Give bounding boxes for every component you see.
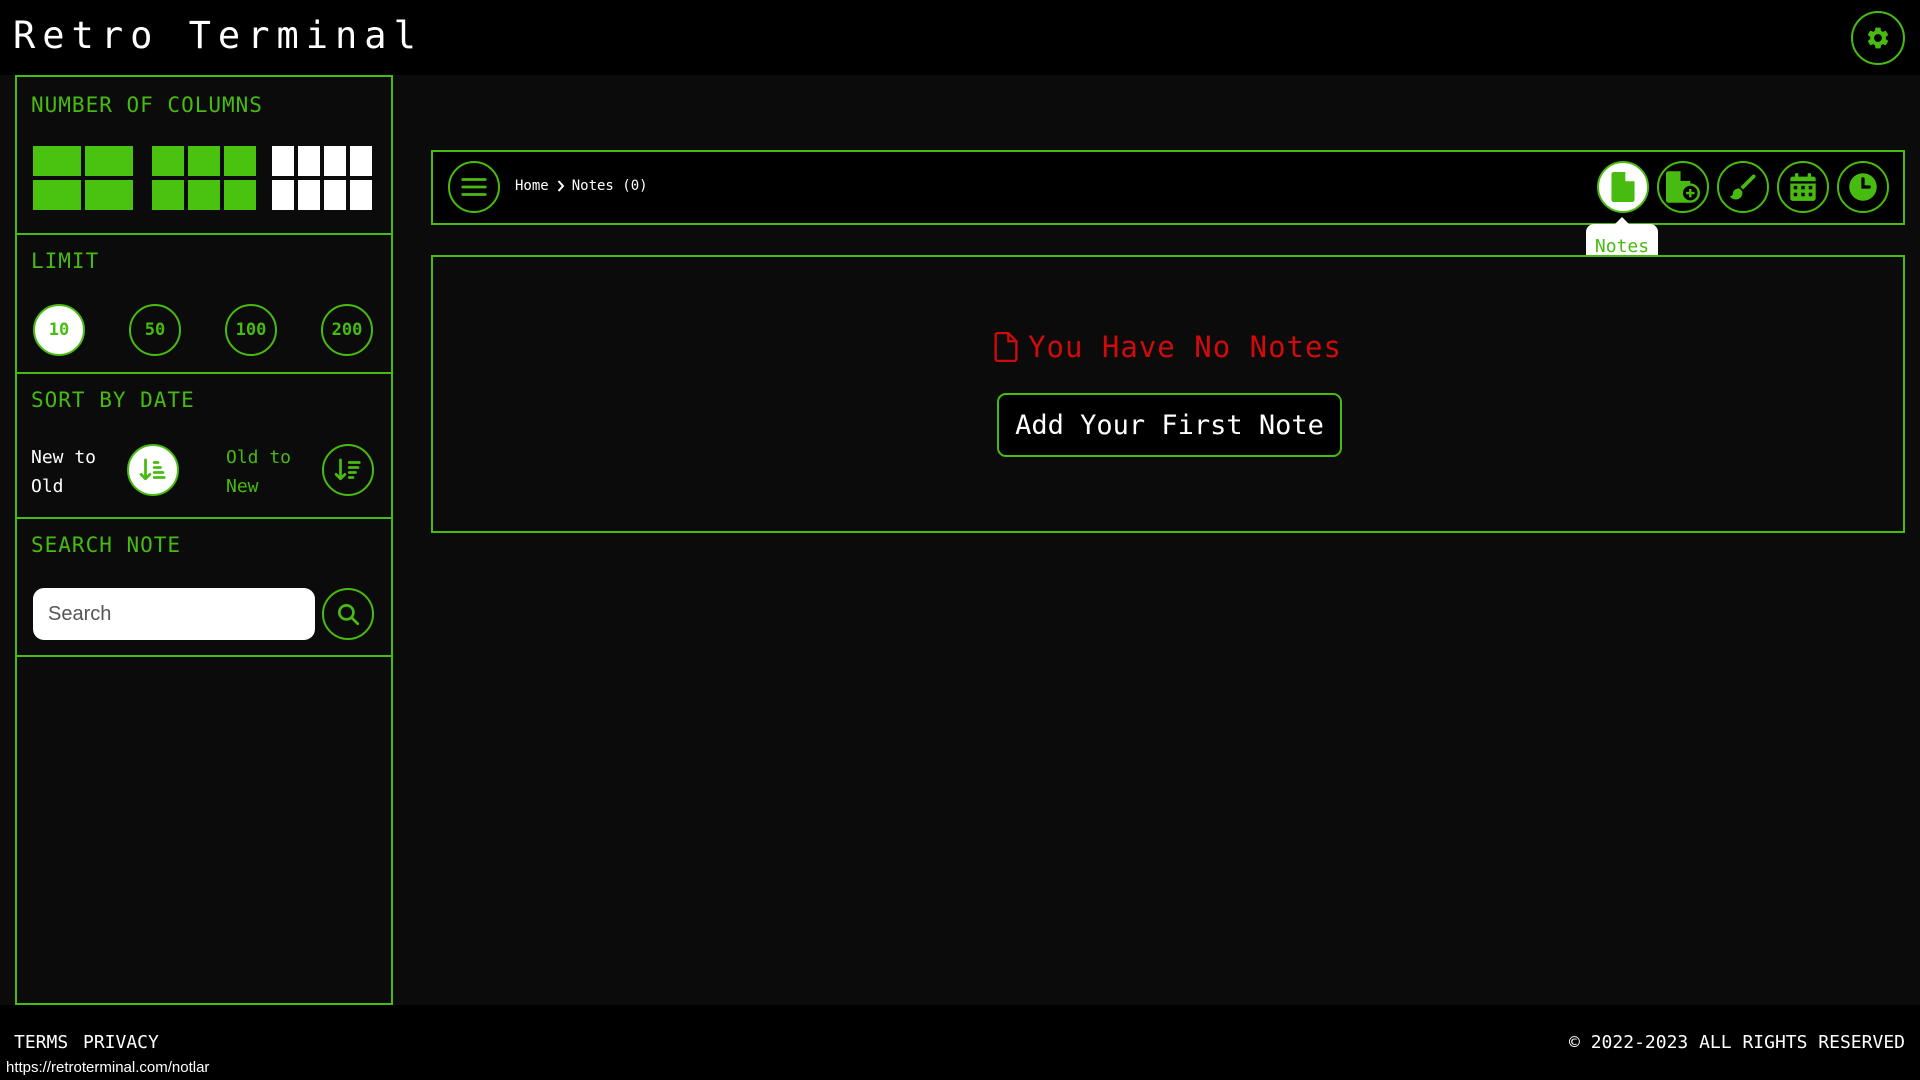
sort-descending-icon bbox=[139, 458, 166, 481]
limit-100-button[interactable]: 100 bbox=[225, 304, 277, 356]
privacy-link[interactable]: PRIVACY bbox=[83, 1032, 159, 1053]
columns-section: NUMBER OF COLUMNS bbox=[17, 77, 391, 235]
chevron-right-icon bbox=[557, 180, 565, 192]
breadcrumb-home[interactable]: Home bbox=[515, 178, 549, 194]
columns-2-option[interactable] bbox=[33, 146, 133, 210]
search-title: SEARCH NOTE bbox=[31, 533, 182, 557]
settings-button[interactable] bbox=[1851, 11, 1905, 65]
search-input[interactable] bbox=[33, 588, 315, 640]
add-first-note-button[interactable]: Add Your First Note bbox=[997, 393, 1342, 457]
sort-section: SORT BY DATE New to Old Old to New bbox=[17, 374, 391, 519]
file-icon bbox=[994, 332, 1018, 362]
draw-tool-button[interactable] bbox=[1717, 161, 1769, 213]
clock-icon bbox=[1849, 173, 1877, 201]
breadcrumb-current: Notes (0) bbox=[571, 178, 648, 194]
empty-message: You Have No Notes bbox=[1028, 330, 1342, 364]
notes-container: You Have No Notes Add Your First Note bbox=[431, 255, 1905, 533]
menu-button[interactable] bbox=[448, 161, 500, 213]
limit-200-button[interactable]: 200 bbox=[321, 304, 373, 356]
sort-old-to-new-button[interactable] bbox=[322, 444, 374, 496]
columns-4-option[interactable] bbox=[272, 146, 372, 210]
sort-old-to-new-label: Old to New bbox=[226, 447, 292, 497]
limit-title: LIMIT bbox=[31, 249, 100, 273]
app-title[interactable]: Retro Terminal bbox=[13, 14, 423, 57]
file-icon bbox=[1611, 172, 1635, 202]
limit-50-button[interactable]: 50 bbox=[129, 304, 181, 356]
sort-title: SORT BY DATE bbox=[31, 388, 195, 412]
add-note-tool-button[interactable] bbox=[1657, 161, 1709, 213]
search-icon bbox=[337, 603, 360, 626]
notes-tool-button[interactable] bbox=[1597, 161, 1649, 213]
sidebar: NUMBER OF COLUMNS LIMIT 10 50 100 200 SO… bbox=[15, 75, 393, 1005]
status-url: https://retroterminal.com/notlar bbox=[0, 1056, 216, 1080]
notes-toolbar: Home Notes (0) bbox=[431, 150, 1905, 225]
header-bar: Retro Terminal bbox=[0, 0, 1920, 75]
columns-title: NUMBER OF COLUMNS bbox=[31, 93, 263, 117]
breadcrumb: Home Notes (0) bbox=[515, 178, 648, 194]
sort-ascending-icon bbox=[334, 458, 361, 481]
columns-3-option[interactable] bbox=[152, 146, 256, 210]
search-section: SEARCH NOTE bbox=[17, 519, 391, 657]
empty-state: You Have No Notes bbox=[433, 330, 1903, 364]
sort-new-to-old-label: New to Old bbox=[31, 447, 97, 497]
calendar-icon bbox=[1790, 173, 1816, 201]
search-button[interactable] bbox=[322, 588, 374, 640]
limit-section: LIMIT 10 50 100 200 bbox=[17, 235, 391, 374]
menu-icon bbox=[461, 178, 487, 196]
copyright-text: © 2022-2023 ALL RIGHTS RESERVED bbox=[1569, 1032, 1905, 1053]
footer: TERMS PRIVACY © 2022-2023 ALL RIGHTS RES… bbox=[0, 1005, 1920, 1080]
file-plus-icon bbox=[1666, 171, 1700, 203]
brush-icon bbox=[1729, 174, 1756, 200]
calendar-tool-button[interactable] bbox=[1777, 161, 1829, 213]
terms-link[interactable]: TERMS bbox=[14, 1032, 68, 1053]
sort-new-to-old-button[interactable] bbox=[127, 444, 179, 496]
history-tool-button[interactable] bbox=[1837, 161, 1889, 213]
limit-10-button[interactable]: 10 bbox=[33, 304, 85, 356]
gear-icon bbox=[1867, 27, 1889, 49]
